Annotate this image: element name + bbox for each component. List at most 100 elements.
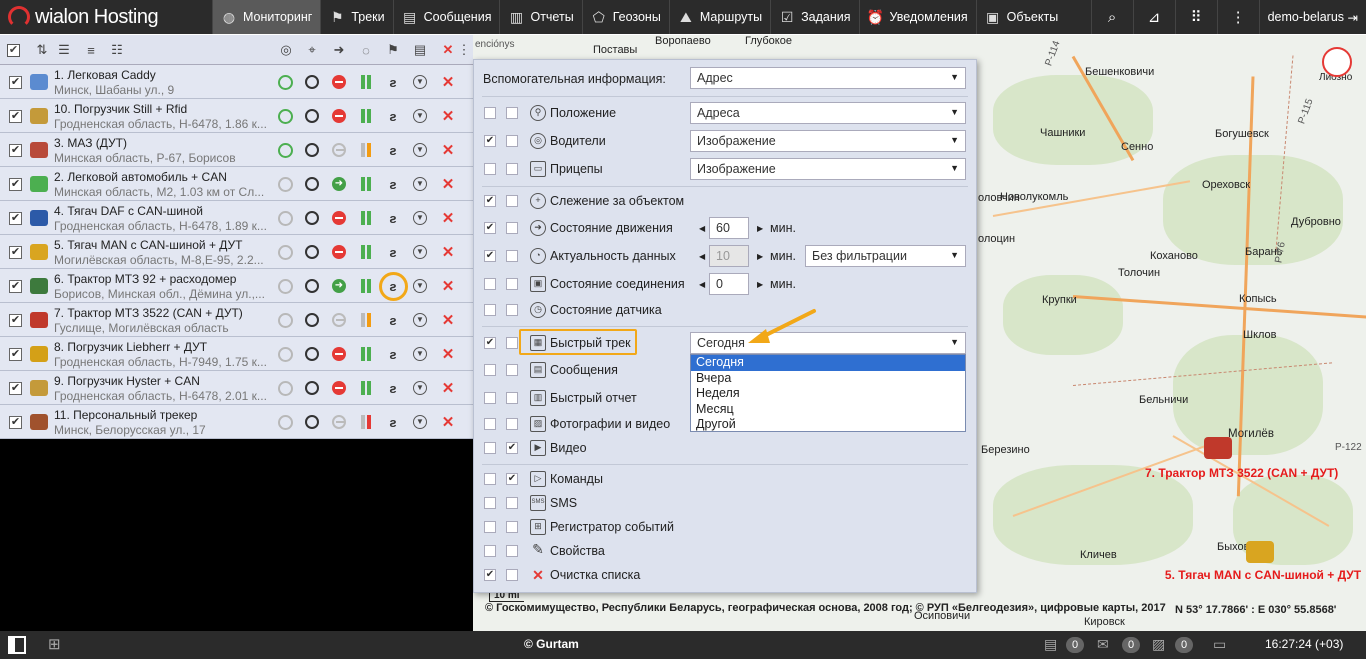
more-vertical-icon[interactable]: ⋮: [458, 42, 471, 58]
show-checkbox[interactable]: [484, 163, 496, 175]
add-group-icon[interactable]: ≡: [82, 42, 100, 58]
locate-icon[interactable]: [305, 143, 319, 157]
unit-row[interactable]: ✔ 4. Тягач DAF с CAN-шиной Гродненская обл…: [0, 201, 473, 235]
quick-track-icon[interactable]: ƨ: [389, 313, 396, 328]
motion-state[interactable]: [330, 312, 348, 328]
steering-wheel-icon[interactable]: [277, 244, 293, 260]
quick-track-icon[interactable]: ƨ: [389, 143, 396, 158]
popup-checkbox[interactable]: [506, 497, 518, 509]
unit-row[interactable]: ✔ 3. МАЗ (ДУТ) Минская область, Р-67, Бори…: [0, 133, 473, 167]
locate-icon[interactable]: [305, 75, 319, 89]
track-column-icon[interactable]: ⚑: [384, 42, 402, 58]
show-checkbox[interactable]: [484, 392, 496, 404]
quick-track-icon[interactable]: ƨ: [389, 381, 396, 396]
sensor-bars-icon[interactable]: [361, 75, 371, 89]
sensor-bars-icon[interactable]: [361, 279, 371, 293]
quick-track-icon[interactable]: ƨ: [389, 415, 396, 430]
image-icon[interactable]: ▨: [1152, 636, 1170, 654]
increase-icon[interactable]: ▶: [757, 224, 763, 233]
steering-wheel-icon[interactable]: [277, 108, 293, 124]
popup-checkbox[interactable]: [506, 569, 518, 581]
more-actions-icon[interactable]: ▼: [413, 347, 427, 361]
sensor-bars-icon[interactable]: [361, 211, 371, 225]
steering-wheel-icon[interactable]: [277, 346, 293, 362]
show-checkbox[interactable]: ✔: [484, 337, 496, 349]
report-column-icon[interactable]: ▤: [411, 42, 429, 58]
more-actions-icon[interactable]: ▼: [413, 211, 427, 225]
more-actions-icon[interactable]: ▼: [413, 245, 427, 259]
unit-checkbox[interactable]: ✔: [9, 382, 22, 395]
show-checkbox[interactable]: [484, 521, 496, 533]
locate-icon[interactable]: [305, 347, 319, 361]
show-checkbox[interactable]: ✔: [484, 250, 496, 262]
unit-checkbox[interactable]: ✔: [9, 178, 22, 191]
motion-state[interactable]: ➜: [330, 176, 348, 192]
unit-checkbox[interactable]: ✔: [9, 348, 22, 361]
more-actions-icon[interactable]: ▼: [413, 143, 427, 157]
more-actions-icon[interactable]: ▼: [413, 177, 427, 191]
popup-checkbox[interactable]: [506, 222, 518, 234]
unit-checkbox[interactable]: ✔: [9, 144, 22, 157]
popup-checkbox[interactable]: [506, 304, 518, 316]
show-checkbox[interactable]: [484, 418, 496, 430]
motion-state[interactable]: [330, 244, 348, 260]
aux-info-select[interactable]: Адрес: [690, 67, 966, 89]
steering-wheel-icon[interactable]: [277, 380, 293, 396]
remove-icon[interactable]: ✕: [442, 345, 455, 363]
data-filter-select[interactable]: Без фильтрации: [805, 245, 966, 267]
remove-icon[interactable]: ✕: [442, 175, 455, 193]
nav-units[interactable]: ▣ Объекты: [975, 0, 1067, 34]
remove-icon[interactable]: ✕: [442, 243, 455, 261]
show-checkbox[interactable]: ✔: [484, 569, 496, 581]
trailers-select[interactable]: Изображение: [690, 158, 966, 180]
show-checkbox[interactable]: [484, 107, 496, 119]
motion-state[interactable]: [330, 142, 348, 158]
remove-icon[interactable]: ✕: [442, 73, 455, 91]
remove-icon[interactable]: ✕: [442, 277, 455, 295]
unit-row[interactable]: ✔ 2. Легковой автомобиль + CAN Минская обл…: [0, 167, 473, 201]
remove-icon[interactable]: ✕: [442, 141, 455, 159]
sensor-bars-icon[interactable]: [361, 109, 371, 123]
quick-track-icon[interactable]: ƨ: [389, 109, 396, 124]
unit-checkbox[interactable]: ✔: [9, 314, 22, 327]
show-checkbox[interactable]: [484, 497, 496, 509]
steering-wheel-icon[interactable]: [277, 312, 293, 328]
show-checkbox[interactable]: [484, 278, 496, 290]
popup-checkbox[interactable]: ✔: [506, 473, 518, 485]
unit-row[interactable]: ✔ 11. Персональный трекер Минск, Белорусск…: [0, 405, 473, 439]
show-checkbox[interactable]: ✔: [484, 222, 496, 234]
more-actions-icon[interactable]: ▼: [413, 415, 427, 429]
sensor-bars-icon[interactable]: [361, 415, 371, 429]
decrease-icon[interactable]: ◀: [699, 252, 705, 261]
nav-reports[interactable]: ▥ Отчеты: [499, 0, 581, 34]
motion-minutes-input[interactable]: 60: [709, 217, 749, 239]
remove-icon[interactable]: ✕: [442, 379, 455, 397]
popup-checkbox[interactable]: [506, 250, 518, 262]
measure-button[interactable]: ⊿: [1132, 0, 1175, 34]
show-checkbox[interactable]: [484, 304, 496, 316]
clear-list-icon[interactable]: ✕: [439, 42, 457, 58]
increase-icon[interactable]: ▶: [757, 280, 763, 289]
popup-checkbox[interactable]: [506, 163, 518, 175]
connection-column-icon[interactable]: ◌: [357, 42, 375, 58]
unit-marker-truck[interactable]: [1246, 541, 1274, 563]
connection-minutes-input[interactable]: 0: [709, 273, 749, 295]
quick-track-icon[interactable]: ƨ: [389, 177, 396, 192]
popup-checkbox[interactable]: [506, 337, 518, 349]
more-actions-icon[interactable]: ▼: [413, 313, 427, 327]
motion-state[interactable]: ➜: [330, 278, 348, 294]
popup-checkbox[interactable]: ✔: [506, 442, 518, 454]
popup-checkbox[interactable]: [506, 392, 518, 404]
motion-column-icon[interactable]: ➜: [330, 42, 348, 58]
remove-icon[interactable]: ✕: [442, 413, 455, 431]
grid-icon[interactable]: ⊞: [48, 636, 66, 654]
locate-icon[interactable]: [305, 381, 319, 395]
drivers-select[interactable]: Изображение: [690, 130, 966, 152]
nav-routes[interactable]: ⛰ Маршруты: [668, 0, 770, 34]
nav-tracks[interactable]: ⚑ Треки: [320, 0, 392, 34]
motion-state[interactable]: [330, 108, 348, 124]
quick-track-icon[interactable]: ƨ: [389, 245, 396, 260]
quick-track-select[interactable]: Сегодня: [690, 332, 966, 354]
unit-marker-label[interactable]: 5. Тягач MAN с CAN-шиной + ДУТ: [1163, 569, 1363, 582]
show-checkbox[interactable]: [484, 364, 496, 376]
